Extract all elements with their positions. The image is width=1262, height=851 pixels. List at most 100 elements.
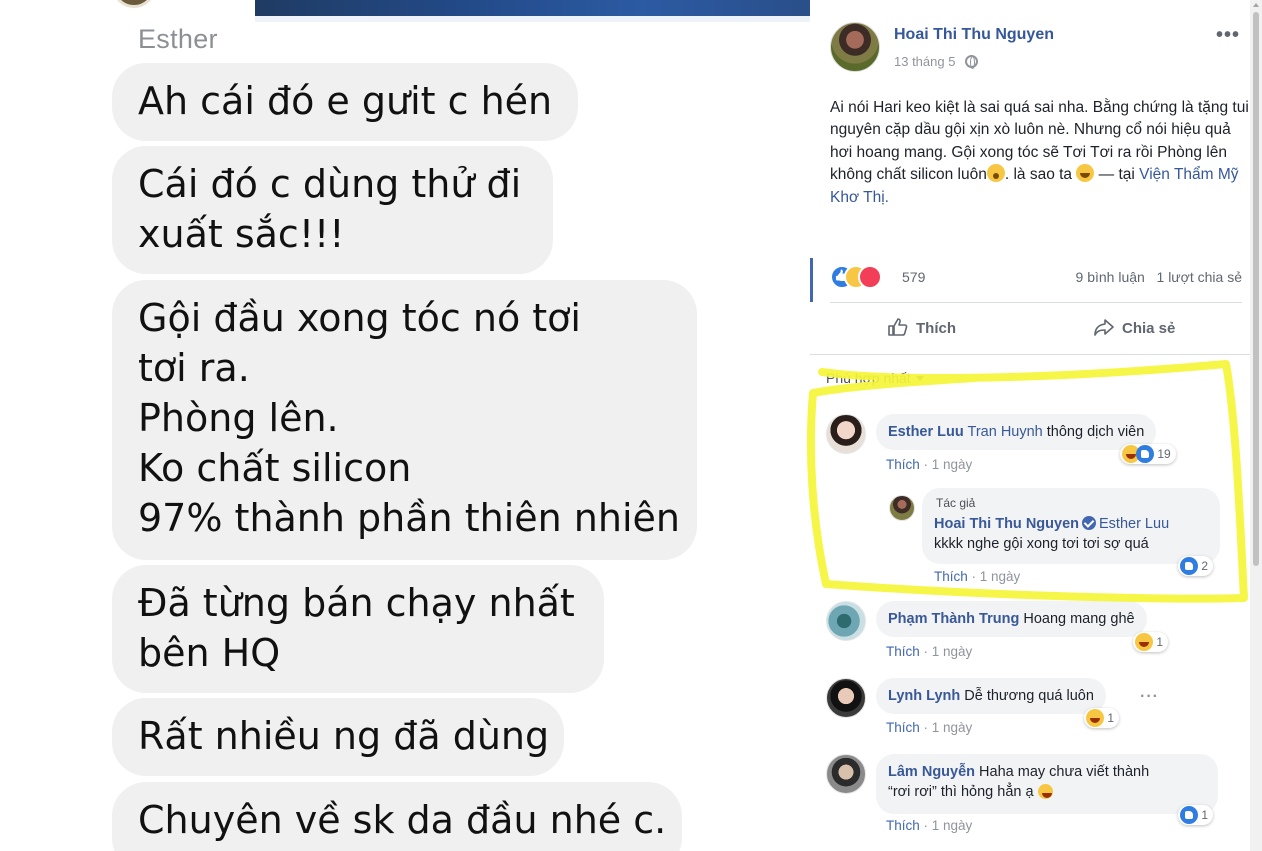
scrollbar[interactable] bbox=[1250, 0, 1262, 851]
comment-bubble: Lâm Nguyễn Haha may chưa viết thành “rơi… bbox=[876, 754, 1218, 814]
chat-message-line: tơi ra. bbox=[138, 346, 250, 390]
comment-time[interactable]: 1 ngày bbox=[932, 457, 973, 472]
comment-like-link[interactable]: Thích bbox=[886, 818, 920, 833]
comment-reaction-count: 1 bbox=[1201, 808, 1209, 822]
author-badge: Tác giả bbox=[936, 496, 976, 510]
like-button[interactable]: Thích bbox=[888, 318, 956, 342]
post-author-name[interactable]: Hoai Thi Thu Nguyen bbox=[894, 26, 1054, 44]
comment-meta: Thích · 1 ngày bbox=[886, 644, 973, 659]
comment-bubble: Esther Luu Tran Huynh thông dịch viên bbox=[876, 414, 1157, 450]
chat-message: Ah cái đó e gưit c hén bbox=[112, 63, 579, 141]
chat-message-line: 97% thành phần thiên nhiên bbox=[138, 496, 680, 540]
share-button[interactable]: Chia sẻ bbox=[1094, 318, 1175, 342]
chat-message-line: Chuyên về sk da đầu nhé c. bbox=[138, 798, 667, 842]
comment-reaction-count: 2 bbox=[1201, 559, 1209, 573]
comment-meta: Thích · 1 ngày bbox=[886, 818, 973, 833]
comment-author[interactable]: Hoai Thi Thu Nguyen bbox=[934, 516, 1079, 532]
comment-text: kkkk nghe gội xong tơi tơi sợ quá bbox=[934, 536, 1149, 552]
avatar[interactable] bbox=[826, 754, 866, 794]
post-date-text: 13 tháng 5 bbox=[894, 54, 956, 69]
comment-reaction-count: 19 bbox=[1157, 447, 1171, 461]
comment-time[interactable]: 1 ngày bbox=[932, 818, 973, 833]
comment-time[interactable]: 1 ngày bbox=[932, 644, 973, 659]
post-text-question: là sao ta bbox=[1013, 166, 1073, 184]
like-icon bbox=[1136, 445, 1154, 463]
chat-message-line: Phòng lên. bbox=[138, 396, 339, 440]
comment-tag[interactable]: Esther Luu bbox=[1099, 516, 1169, 532]
comment-options-icon[interactable]: ··· bbox=[1140, 688, 1159, 706]
avatar[interactable] bbox=[826, 601, 866, 641]
comment-reactions[interactable]: 1 bbox=[1133, 632, 1169, 652]
comment-like-link[interactable]: Thích bbox=[934, 569, 968, 584]
scroll-up-arrow-icon[interactable] bbox=[1253, 3, 1259, 7]
chat-message: Đã từng bán chạy nhất bên HQ bbox=[112, 565, 604, 693]
comment-reaction-count: 1 bbox=[1156, 635, 1164, 649]
reactions-count[interactable]: 579 bbox=[902, 269, 925, 285]
comment-reactions[interactable]: 1 bbox=[1084, 708, 1120, 728]
grinning-face-icon bbox=[1076, 164, 1095, 183]
haha-icon bbox=[1135, 633, 1153, 651]
comment-author[interactable]: Esther Luu bbox=[888, 424, 964, 440]
comment-like-link[interactable]: Thích bbox=[886, 644, 920, 659]
reactions-summary[interactable]: 579 9 bình luận 1 lượt chia sẻ bbox=[830, 264, 1242, 290]
author-avatar[interactable] bbox=[830, 22, 880, 72]
post-date[interactable]: 13 tháng 5 bbox=[894, 54, 979, 69]
comment-like-link[interactable]: Thích bbox=[886, 720, 920, 735]
chat-header-shadow bbox=[255, 16, 810, 22]
globe-icon bbox=[965, 55, 979, 69]
chat-message-line: xuất sắc!!! bbox=[138, 212, 345, 256]
chat-message: Cái đó c dùng thử đi xuất sắc!!! bbox=[112, 146, 553, 274]
post-body: Ai nói Hari keo kiệt là sai quá sai nha.… bbox=[830, 97, 1250, 209]
comment-reaction-count: 1 bbox=[1107, 711, 1115, 725]
chat-message-line: Đã từng bán chạy nhất bbox=[138, 581, 575, 625]
reaction-focus-bar bbox=[810, 258, 813, 302]
chat-header-image bbox=[255, 0, 810, 16]
avatar[interactable] bbox=[826, 414, 866, 454]
chat-message-line: bên HQ bbox=[138, 631, 281, 675]
comment-tag[interactable]: Tran Huynh bbox=[968, 424, 1043, 440]
verified-badge-icon bbox=[1082, 516, 1096, 530]
comment-author[interactable]: Lynh Lynh bbox=[888, 688, 960, 704]
avatar[interactable] bbox=[889, 495, 915, 521]
comment-sort-dropdown[interactable]: Phù hợp nhất bbox=[826, 370, 924, 386]
comment-author[interactable]: Phạm Thành Trung bbox=[888, 611, 1019, 627]
chat-message: Rất nhiều ng đã dùng bbox=[112, 698, 564, 776]
shares-count[interactable]: 1 lượt chia sẻ bbox=[1157, 269, 1242, 285]
comment-text-line1: Haha may chưa viết thành bbox=[979, 764, 1150, 780]
flushed-face-icon bbox=[986, 164, 1005, 183]
screenshot-stage: Esther Ah cái đó e gưit c hén Cái đó c d… bbox=[0, 0, 1262, 851]
comment-reactions[interactable]: 1 bbox=[1178, 805, 1214, 825]
comment-time[interactable]: 1 ngày bbox=[980, 569, 1021, 584]
post-text-dash: — tại bbox=[1094, 166, 1140, 184]
chat-screenshot: Esther Ah cái đó e gưit c hén Cái đó c d… bbox=[0, 0, 810, 851]
comment-meta: Thích · 1 ngày bbox=[934, 569, 1021, 584]
more-options-icon[interactable]: ••• bbox=[1216, 24, 1240, 47]
comment-bubble: Lynh Lynh Dễ thương quá luôn bbox=[876, 678, 1106, 714]
divider bbox=[830, 302, 1242, 303]
avatar[interactable] bbox=[826, 678, 866, 718]
comment-text-line2: “rơi rơi” thì hỏng hẳn ạ bbox=[888, 784, 1034, 800]
chat-message-line: Rất nhiều ng đã dùng bbox=[138, 714, 550, 758]
chat-message-line: Gội đầu xong tóc nó tơi bbox=[138, 296, 581, 340]
comment-reactions[interactable]: 2 bbox=[1178, 556, 1214, 576]
like-button-label: Thích bbox=[916, 320, 956, 337]
comment-text: Hoang mang ghê bbox=[1023, 611, 1135, 627]
comment-reactions[interactable]: 19 bbox=[1120, 444, 1176, 464]
scroll-thumb[interactable] bbox=[1253, 12, 1259, 566]
comments-count[interactable]: 9 bình luận bbox=[1076, 269, 1145, 285]
comment-meta: Thích · 1 ngày bbox=[886, 720, 973, 735]
comment-like-link[interactable]: Thích bbox=[886, 457, 920, 472]
love-reaction-icon bbox=[858, 265, 882, 289]
comment-author[interactable]: Lâm Nguyễn bbox=[888, 764, 975, 780]
comment-time[interactable]: 1 ngày bbox=[932, 720, 973, 735]
rofl-emoji-icon bbox=[1037, 784, 1053, 799]
facebook-post-panel: Hoai Thi Thu Nguyen 13 tháng 5 ••• Ai nó… bbox=[810, 0, 1262, 851]
comment-meta: Thích · 1 ngày bbox=[886, 457, 973, 472]
divider bbox=[810, 354, 1262, 355]
haha-icon bbox=[1086, 709, 1104, 727]
like-icon bbox=[1180, 557, 1198, 575]
chat-message-line: Ko chất silicon bbox=[138, 446, 412, 490]
chat-sender-name: Esther bbox=[138, 24, 218, 54]
comment-bubble: Tác giả Hoai Thi Thu Nguyen Esther Luu kk… bbox=[922, 488, 1220, 564]
chat-message: Chuyên về sk da đầu nhé c. bbox=[112, 782, 682, 851]
